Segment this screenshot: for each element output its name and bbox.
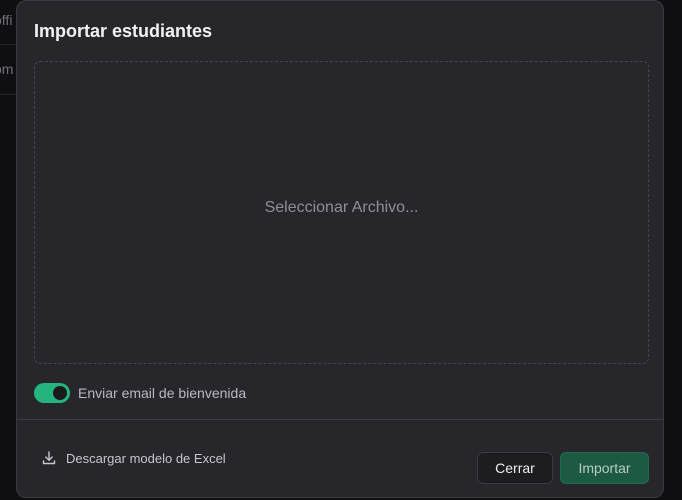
- background-row-text: offi: [0, 12, 13, 28]
- import-button[interactable]: Importar: [560, 452, 649, 484]
- import-students-modal: Importar estudiantes Seleccionar Archivo…: [16, 0, 664, 498]
- background-row-text: om: [0, 61, 14, 77]
- download-excel-template-label: Descargar modelo de Excel: [66, 450, 226, 466]
- toggle-knob: [53, 386, 67, 400]
- download-icon: [41, 450, 57, 466]
- close-button[interactable]: Cerrar: [477, 452, 553, 484]
- download-excel-template-link[interactable]: Descargar modelo de Excel: [41, 450, 226, 466]
- select-file-label: Seleccionar Archivo...: [264, 198, 419, 216]
- footer-divider: [17, 419, 663, 420]
- welcome-email-label[interactable]: Enviar email de bienvenida: [78, 385, 246, 401]
- modal-title: Importar estudiantes: [34, 21, 213, 41]
- welcome-email-toggle[interactable]: [34, 383, 70, 403]
- file-dropzone[interactable]: Seleccionar Archivo...: [34, 61, 649, 364]
- welcome-email-row: Enviar email de bienvenida: [34, 382, 246, 404]
